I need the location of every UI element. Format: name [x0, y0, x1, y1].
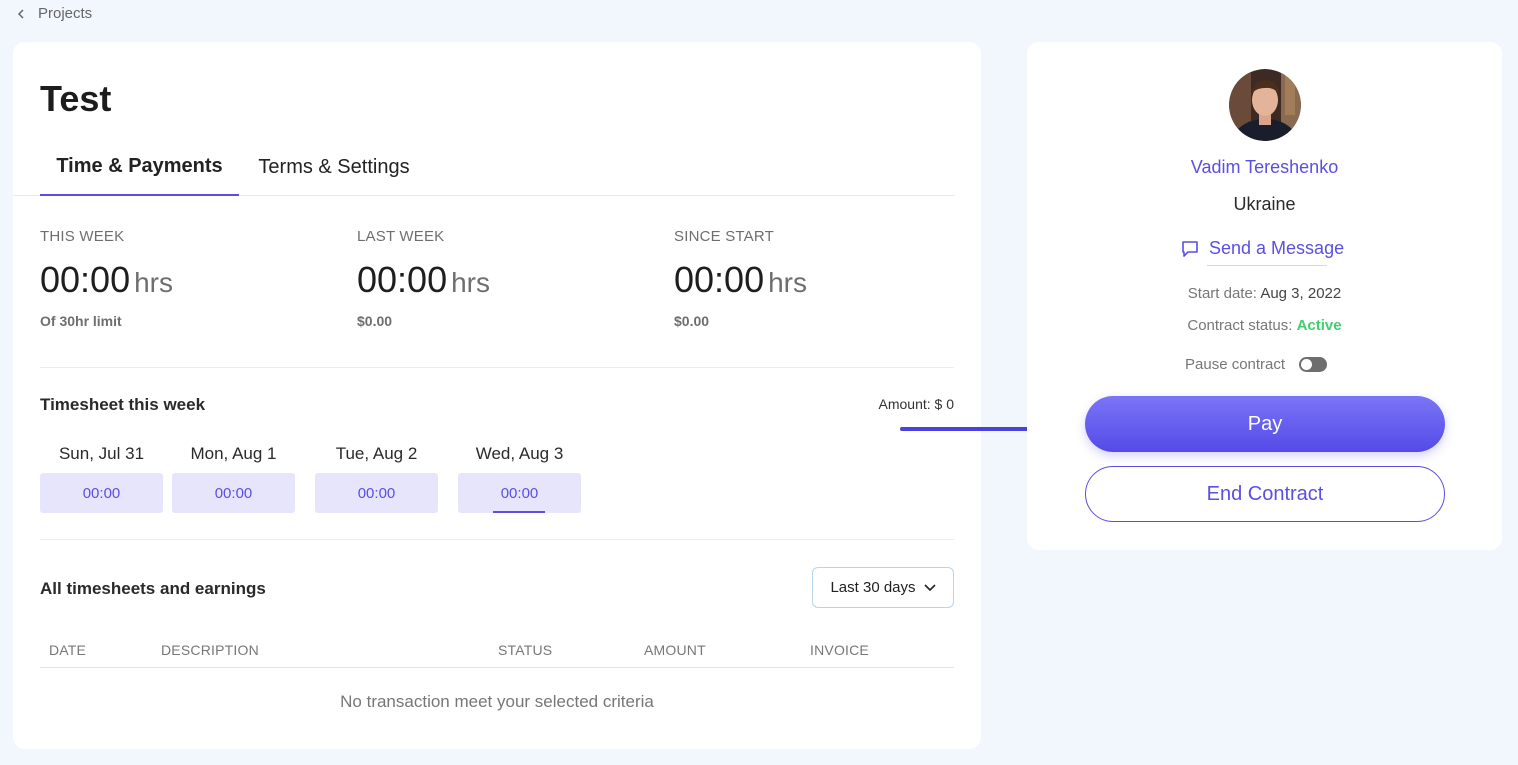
pause-contract-toggle[interactable]: [1299, 357, 1328, 372]
period-value: Last 30 days: [830, 579, 916, 596]
freelancer-card: Vadim Tereshenko Ukraine Send a Message …: [1027, 42, 1502, 550]
start-date-value: Aug 3, 2022: [1260, 285, 1342, 302]
empty-table-message: No transaction meet your selected criter…: [340, 692, 654, 711]
stat-label: SINCE START: [674, 228, 774, 245]
stat-sub: $0.00: [357, 313, 393, 329]
send-message-link[interactable]: Send a Message: [1180, 238, 1344, 259]
period-dropdown[interactable]: Last 30 days: [812, 567, 954, 608]
stat-sub: Of 30hr limit: [40, 313, 122, 329]
pause-contract-label: Pause contract: [1185, 356, 1286, 373]
contract-main-card: Test Time & Payments Terms & Settings TH…: [13, 42, 981, 749]
column-header-date: DATE: [49, 642, 87, 658]
stat-sub: $0.00: [674, 313, 710, 329]
tab-bar: Time & Payments Terms & Settings: [13, 138, 955, 196]
stat-value: 00:00 hrs: [674, 259, 807, 301]
chat-icon: [1182, 240, 1198, 257]
stat-label: THIS WEEK: [40, 228, 125, 245]
divider: [40, 539, 954, 540]
day-column-sun: Sun, Jul 31 00:00: [40, 444, 163, 513]
contract-status: Contract status: Active: [1027, 317, 1502, 334]
stat-value: 00:00 hrs: [40, 259, 173, 301]
chevron-left-icon: [17, 8, 24, 19]
breadcrumb-back-link[interactable]: Projects: [16, 5, 92, 22]
tab-terms-settings[interactable]: Terms & Settings: [249, 138, 419, 196]
stat-hours: 00:00: [40, 259, 131, 300]
stat-hours: 00:00: [674, 259, 765, 300]
table-header: DATE DESCRIPTION STATUS AMOUNT INVOICE: [40, 642, 954, 668]
divider: [40, 367, 954, 368]
day-column-tue: Tue, Aug 2 00:00: [315, 444, 438, 513]
day-label: Mon, Aug 1: [190, 444, 277, 463]
column-header-invoice: INVOICE: [810, 642, 869, 658]
day-label: Tue, Aug 2: [335, 444, 418, 463]
start-date: Start date: Aug 3, 2022: [1027, 285, 1502, 302]
end-contract-button[interactable]: End Contract: [1085, 466, 1445, 522]
stat-value: 00:00 hrs: [357, 259, 490, 301]
stat-this-week: THIS WEEK 00:00 hrs Of 30hr limit: [40, 228, 173, 329]
timesheet-title: Timesheet this week: [40, 395, 206, 414]
day-hours-input[interactable]: 00:00: [40, 473, 163, 513]
status-badge: Active: [1296, 317, 1342, 334]
history-title: All timesheets and earnings: [40, 579, 266, 598]
day-label: Wed, Aug 3: [475, 444, 564, 463]
stat-since-start: SINCE START 00:00 hrs $0.00: [674, 228, 807, 329]
contract-status-label: Contract status:: [1187, 317, 1293, 334]
stat-hours: 00:00: [357, 259, 448, 300]
freelancer-name-link[interactable]: Vadim Tereshenko: [1027, 157, 1502, 178]
link-underline: [1207, 265, 1327, 266]
stat-unit: hrs: [768, 267, 807, 298]
day-hours-input[interactable]: 00:00: [458, 473, 581, 513]
send-message-label: Send a Message: [1209, 238, 1345, 258]
pause-contract-row: Pause contract: [1185, 356, 1328, 373]
timesheet-amount: Amount: $ 0: [878, 396, 955, 412]
breadcrumb-label: Projects: [38, 5, 93, 22]
freelancer-country: Ukraine: [1233, 194, 1296, 214]
column-header-status: STATUS: [498, 642, 553, 658]
day-label: Sun, Jul 31: [58, 444, 145, 463]
day-column-wed: Wed, Aug 3 00:00: [458, 444, 581, 513]
pay-button[interactable]: Pay: [1085, 396, 1445, 452]
stat-unit: hrs: [134, 267, 173, 298]
day-hours-input[interactable]: 00:00: [172, 473, 295, 513]
stat-label: LAST WEEK: [357, 228, 445, 245]
start-date-label: Start date:: [1187, 285, 1257, 302]
chevron-down-icon: [923, 583, 936, 591]
page-title: Test: [40, 78, 112, 119]
stat-unit: hrs: [451, 267, 490, 298]
avatar[interactable]: [1229, 69, 1301, 141]
stat-last-week: LAST WEEK 00:00 hrs $0.00: [357, 228, 490, 329]
column-header-description: DESCRIPTION: [161, 642, 259, 658]
day-hours-input[interactable]: 00:00: [315, 473, 438, 513]
column-header-amount: AMOUNT: [644, 642, 706, 658]
tab-time-payments[interactable]: Time & Payments: [40, 138, 239, 196]
day-column-mon: Mon, Aug 1 00:00: [172, 444, 295, 513]
